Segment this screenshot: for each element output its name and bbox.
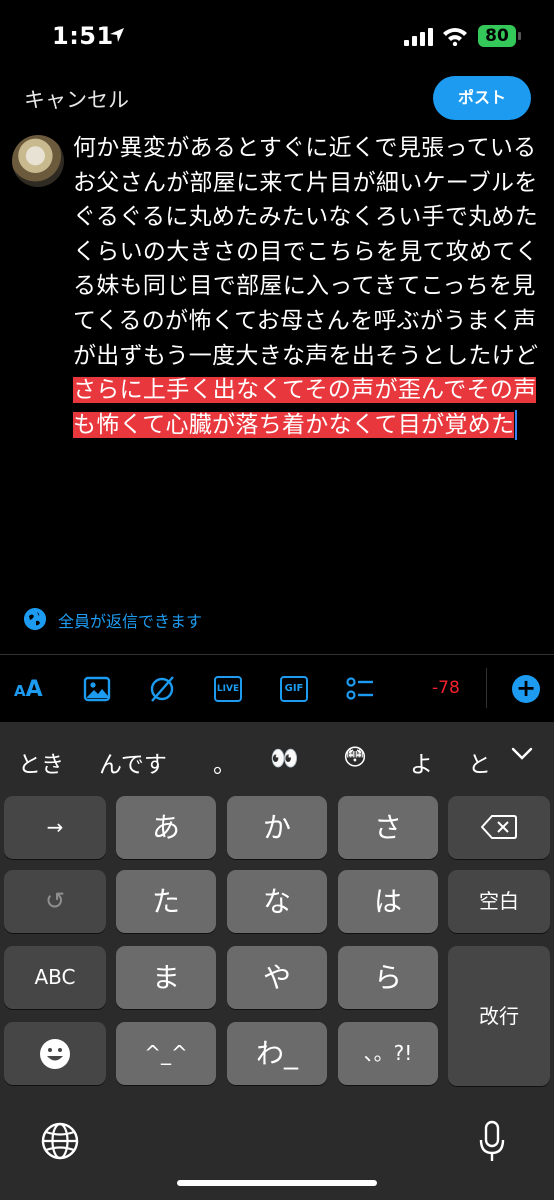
- avatar: [12, 135, 64, 187]
- image-icon[interactable]: [82, 674, 112, 704]
- cancel-button[interactable]: キャンセル: [24, 84, 129, 114]
- divider: [0, 654, 554, 655]
- backspace-icon: [480, 815, 517, 839]
- selected-text: さらに上手く出なくてその声が歪んでその声も怖くて心臓が落ち着かなくて目が覚めた: [73, 377, 537, 438]
- key-ka[interactable]: か: [227, 796, 327, 859]
- add-post-button[interactable]: +: [512, 675, 540, 703]
- post-button[interactable]: ポスト: [433, 76, 531, 120]
- key-sa[interactable]: さ: [338, 796, 438, 859]
- arrow-key[interactable]: →: [4, 796, 106, 859]
- reply-setting-label[interactable]: 全員が返信できます: [58, 608, 202, 632]
- key-wa[interactable]: わ_: [227, 1022, 327, 1085]
- key-caret[interactable]: ^_^: [116, 1022, 216, 1085]
- key-punctuation[interactable]: 、。?!: [338, 1022, 438, 1085]
- text-cursor: [515, 410, 518, 441]
- compose-text-area[interactable]: 何か異変があるとすぐに近くで見張っているお父さんが部屋に来て片目が細いケーブルを…: [73, 131, 543, 442]
- no-gif-icon[interactable]: [147, 674, 177, 704]
- key-ta[interactable]: た: [116, 870, 216, 933]
- text-size-button[interactable]: AA: [14, 677, 43, 702]
- key-ya[interactable]: や: [227, 946, 327, 1009]
- suggestion-item[interactable]: んです: [99, 745, 167, 779]
- cellular-signal-icon: [404, 28, 433, 46]
- key-ma[interactable]: ま: [116, 946, 216, 1009]
- microphone-icon[interactable]: [478, 1120, 506, 1164]
- suggestion-item[interactable]: よ: [410, 745, 433, 779]
- undo-key[interactable]: ↺: [4, 870, 106, 933]
- key-ra[interactable]: ら: [338, 946, 438, 1009]
- battery-indicator: 80: [478, 25, 516, 47]
- suggestion-item[interactable]: 。: [213, 745, 236, 779]
- gif-icon[interactable]: GIF: [280, 676, 308, 702]
- battery-tip: [518, 32, 521, 40]
- delete-key[interactable]: [448, 796, 550, 859]
- home-indicator: [177, 1180, 377, 1186]
- smiley-icon: [40, 1039, 70, 1069]
- poll-icon[interactable]: [345, 674, 375, 704]
- location-arrow-icon: [110, 28, 124, 42]
- globe-keyboard-icon[interactable]: [40, 1121, 80, 1161]
- live-icon[interactable]: LIVE: [214, 676, 242, 702]
- enter-key[interactable]: 改行: [448, 946, 550, 1086]
- suggestion-item[interactable]: 👀: [270, 745, 299, 772]
- chevron-down-icon[interactable]: [510, 746, 534, 762]
- key-na[interactable]: な: [227, 870, 327, 933]
- globe-icon[interactable]: [24, 608, 46, 630]
- compose-text: 何か異変があるとすぐに近くで見張っているお父さんが部屋に来て片目が細いケーブルを…: [73, 135, 539, 369]
- key-a[interactable]: あ: [116, 796, 216, 859]
- suggestion-item[interactable]: 😳: [343, 745, 367, 771]
- character-count: -78: [432, 678, 460, 698]
- suggestion-item[interactable]: と: [468, 745, 490, 779]
- key-ha[interactable]: は: [338, 870, 438, 933]
- emoji-key[interactable]: [4, 1022, 106, 1085]
- abc-key[interactable]: ABC: [4, 946, 106, 1009]
- space-key[interactable]: 空白: [448, 870, 550, 933]
- toolbar-divider: [486, 668, 487, 708]
- suggestion-item[interactable]: とき: [18, 745, 64, 779]
- wifi-icon: [443, 28, 467, 46]
- status-time: 1:51: [52, 22, 114, 50]
